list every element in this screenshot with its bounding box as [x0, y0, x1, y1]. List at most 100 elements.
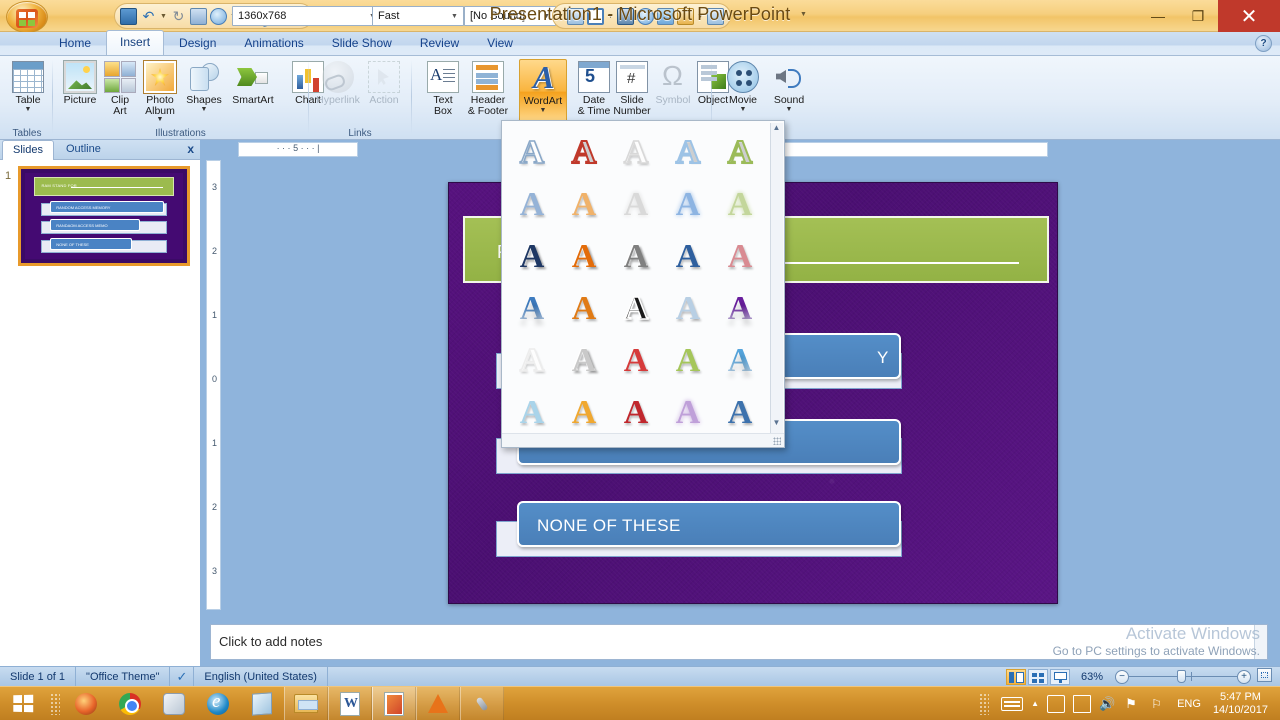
wordart-style-27[interactable]: A: [558, 387, 610, 439]
slide-sorter-button[interactable]: [1027, 668, 1048, 685]
theme-status[interactable]: "Office Theme": [76, 666, 171, 687]
file-explorer-icon[interactable]: [284, 686, 328, 720]
zoom-slider[interactable]: − +: [1109, 669, 1257, 684]
start-button[interactable]: [0, 687, 46, 720]
wordart-gallery-popup[interactable]: AAAAAAAAAAAAAAAAAAAAAAAAAAAAAA ▲ ▼: [501, 120, 785, 448]
wordart-style-6[interactable]: A: [506, 179, 558, 231]
wordart-style-1[interactable]: A: [506, 127, 558, 179]
tab-view[interactable]: View: [474, 32, 526, 55]
zoom-out-button[interactable]: −: [1115, 669, 1129, 684]
wordart-style-19[interactable]: A: [662, 283, 714, 335]
flag-icon[interactable]: ⚐: [1151, 695, 1169, 713]
action-center-icon[interactable]: ⚑: [1125, 695, 1143, 713]
fit-to-window-button[interactable]: [1257, 668, 1280, 685]
itunes-icon[interactable]: [152, 687, 196, 720]
chevron-down-icon[interactable]: ▼: [201, 106, 208, 113]
header-footer-button[interactable]: Header & Footer: [459, 59, 517, 123]
wordart-style-7[interactable]: A: [558, 179, 610, 231]
help-icon[interactable]: ?: [1255, 35, 1272, 52]
chevron-down-icon[interactable]: ▼: [540, 107, 547, 114]
chevron-down-icon[interactable]: ▼: [25, 106, 32, 113]
notepad-icon[interactable]: [240, 687, 284, 720]
show-hidden-icons-button[interactable]: ▲: [1031, 699, 1039, 708]
taskbar-grip[interactable]: [50, 692, 60, 715]
tab-home[interactable]: Home: [46, 32, 104, 55]
slide-count-status[interactable]: Slide 1 of 1: [0, 666, 77, 687]
tab-outline[interactable]: Outline: [56, 140, 111, 160]
clock[interactable]: 5:47 PM 14/10/2017: [1209, 691, 1272, 717]
notes-pane[interactable]: Click to add notes: [210, 624, 1268, 660]
hyperlink-button[interactable]: Hyperlink: [312, 59, 364, 123]
minimize-button[interactable]: —: [1138, 0, 1178, 32]
wordart-style-24[interactable]: A: [662, 335, 714, 387]
zoom-level-label[interactable]: 63%: [1075, 667, 1109, 687]
slide-thumbnail-row[interactable]: 1 RAM STAND FOR RANDOM ACCESS MEMORY RAN…: [0, 164, 200, 274]
word-icon[interactable]: [328, 686, 372, 720]
slide-show-button[interactable]: [1049, 668, 1070, 685]
restore-button[interactable]: ❐: [1178, 0, 1218, 32]
close-panel-icon[interactable]: x: [187, 142, 194, 156]
wordart-style-10[interactable]: A: [714, 179, 766, 231]
wordart-style-28[interactable]: A: [610, 387, 662, 439]
zoom-track[interactable]: [1129, 670, 1237, 683]
wordart-style-5[interactable]: A: [714, 127, 766, 179]
firefox-icon[interactable]: [64, 687, 108, 720]
chevron-down-icon[interactable]: ▼: [157, 116, 164, 123]
gallery-scrollbar[interactable]: [770, 123, 783, 433]
volume-icon[interactable]: 🔊: [1099, 695, 1117, 713]
wordart-style-21[interactable]: A: [506, 335, 558, 387]
wordart-style-26[interactable]: A: [506, 387, 558, 439]
chevron-down-icon[interactable]: ▼: [786, 106, 793, 113]
zoom-in-button[interactable]: +: [1237, 669, 1251, 684]
tab-slides[interactable]: Slides: [2, 140, 54, 160]
wordart-style-20[interactable]: A: [714, 283, 766, 335]
wordart-style-15[interactable]: A: [714, 231, 766, 283]
language-status[interactable]: English (United States): [194, 666, 328, 687]
wordart-button[interactable]: WordArt ▼: [519, 59, 567, 123]
wordart-style-3[interactable]: A: [610, 127, 662, 179]
microphone-icon[interactable]: [460, 686, 504, 720]
chrome-icon[interactable]: [108, 687, 152, 720]
scroll-up-icon[interactable]: ▲: [770, 123, 783, 136]
zoom-handle[interactable]: [1177, 670, 1186, 683]
action-button[interactable]: Action: [358, 59, 410, 123]
tray-grip[interactable]: [979, 692, 990, 715]
notes-scrollbar[interactable]: [1254, 625, 1267, 659]
wordart-style-14[interactable]: A: [662, 231, 714, 283]
spellcheck-icon[interactable]: ✓: [170, 666, 195, 687]
chevron-down-icon[interactable]: ▼: [740, 106, 747, 113]
wordart-style-18[interactable]: A: [610, 283, 662, 335]
normal-view-button[interactable]: [1005, 668, 1026, 685]
wordart-style-22[interactable]: A: [558, 335, 610, 387]
wordart-style-23[interactable]: A: [610, 335, 662, 387]
tab-review[interactable]: Review: [407, 32, 472, 55]
vlc-icon[interactable]: [416, 686, 460, 720]
wordart-style-2[interactable]: A: [558, 127, 610, 179]
tab-slide-show[interactable]: Slide Show: [319, 32, 405, 55]
sound-button[interactable]: Sound ▼: [763, 59, 815, 123]
shapes-button[interactable]: Shapes ▼: [178, 59, 230, 123]
answer-option-3[interactable]: NONE OF THESE: [517, 501, 901, 547]
tab-insert[interactable]: Insert: [106, 30, 165, 55]
movie-button[interactable]: Movie ▼: [717, 59, 769, 123]
wordart-style-30[interactable]: A: [714, 387, 766, 439]
wordart-style-17[interactable]: A: [558, 283, 610, 335]
language-indicator[interactable]: ENG: [1177, 698, 1201, 710]
close-button[interactable]: ✕: [1218, 0, 1280, 32]
wordart-style-25[interactable]: A: [714, 335, 766, 387]
wordart-style-9[interactable]: A: [662, 179, 714, 231]
network-icon[interactable]: [1047, 694, 1066, 713]
resize-grip-icon[interactable]: [773, 437, 781, 445]
wordart-style-16[interactable]: A: [506, 283, 558, 335]
scroll-down-icon[interactable]: ▼: [770, 418, 783, 431]
table-button[interactable]: Table ▼: [2, 59, 54, 123]
tab-animations[interactable]: Animations: [231, 32, 316, 55]
wordart-style-8[interactable]: A: [610, 179, 662, 231]
smartart-button[interactable]: SmartArt: [224, 59, 282, 123]
slide-thumbnail[interactable]: RAM STAND FOR RANDOM ACCESS MEMORY RANDA…: [18, 166, 190, 266]
tab-design[interactable]: Design: [166, 32, 229, 55]
powerpoint-icon[interactable]: [372, 686, 416, 720]
wordart-style-11[interactable]: A: [506, 231, 558, 283]
wordart-style-13[interactable]: A: [610, 231, 662, 283]
keyboard-icon[interactable]: [1001, 696, 1024, 711]
